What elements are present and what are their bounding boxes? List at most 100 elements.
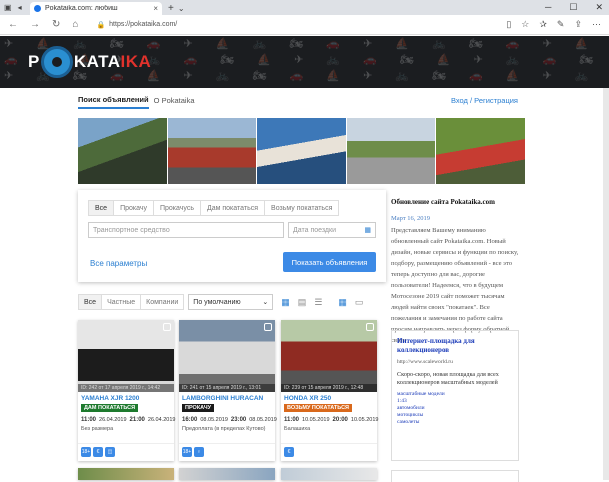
- photo-strip: [78, 118, 525, 184]
- maximize-icon[interactable]: ☐: [569, 2, 577, 13]
- bookmark-icon[interactable]: [163, 323, 171, 331]
- start-time: 11:00: [284, 417, 300, 423]
- site-subnav: Поиск объявлений О Pokataika Вход / Реги…: [78, 93, 518, 111]
- new-tab-icon[interactable]: +: [168, 3, 174, 14]
- tab-search-listings[interactable]: Поиск объявлений: [78, 95, 149, 109]
- home-icon[interactable]: ⌂: [72, 19, 78, 30]
- refresh-icon[interactable]: ↻: [52, 19, 60, 30]
- listing-title[interactable]: HONDA XR 250: [281, 392, 377, 402]
- ad-link[interactable]: автомобили: [397, 405, 513, 412]
- more-menu-icon[interactable]: ⋯: [592, 19, 601, 30]
- favorite-star-icon[interactable]: ☆: [521, 19, 529, 30]
- listing-photo[interactable]: ID: 241 от 15 апреля 2019 г., 13:01: [179, 320, 275, 392]
- lock-icon: 🔒: [96, 21, 106, 29]
- site-header-banner: ✈ ⛵ 🚲 🏍 🚗 ✈ ⛵ 🚲 🏍 🚗 ✈ ⛵ 🚲 🏍 🚗 ✈ ⛵ 🚲 🏍 🚗 …: [0, 36, 609, 88]
- search-tab-lend[interactable]: Дам покататься: [201, 201, 266, 215]
- browser-tab[interactable]: Pokataika.com: любиш ×: [30, 2, 162, 15]
- close-window-icon[interactable]: ✕: [595, 2, 603, 13]
- filter-all[interactable]: Все: [79, 295, 103, 309]
- logo-text-white: KATA: [73, 52, 121, 71]
- listing-card-next[interactable]: [179, 468, 275, 480]
- listing-times: 16:00 08.05.2019 23:00 08.05.2019: [179, 412, 277, 423]
- filter-companies[interactable]: Компании: [141, 295, 183, 309]
- listing-photo[interactable]: ID: 239 от 15 апреля 2019 г., 12:48: [281, 320, 377, 392]
- nav-buttons: ← → ↻ ⌂: [8, 19, 78, 30]
- listing-card[interactable]: ID: 239 от 15 апреля 2019 г., 12:48 HOND…: [281, 320, 378, 461]
- tab-back-icon[interactable]: ◂: [18, 3, 22, 12]
- grid-view-icon[interactable]: ▦: [281, 297, 290, 308]
- vehicle-input[interactable]: Транспортное средство: [88, 222, 284, 238]
- tab-about[interactable]: О Pokataika: [154, 96, 195, 108]
- forward-icon[interactable]: →: [30, 19, 40, 30]
- bookmark-icon[interactable]: [264, 323, 272, 331]
- listing-times: 11:00 10.05.2019 20:00 10.05.2019: [281, 412, 378, 423]
- listing-card[interactable]: ID: 242 от 17 апреля 2019 г., 14:42 YAMA…: [78, 320, 175, 461]
- end-time: 21:00: [129, 417, 145, 423]
- share-icon[interactable]: ⇪: [574, 19, 582, 30]
- female-icon: ♀: [194, 447, 204, 457]
- start-time: 16:00: [182, 417, 198, 423]
- search-tab-take-ride[interactable]: Прокачусь: [154, 201, 201, 215]
- owner-type-filter: Все Частные Компании: [78, 294, 185, 310]
- calendar-icon[interactable]: ▦: [364, 226, 371, 234]
- listing-note: Предоплата (в пределах Кутово): [182, 426, 266, 432]
- end-time: 23:00: [230, 417, 247, 423]
- search-tab-borrow[interactable]: Возьму покататься: [265, 201, 338, 215]
- display-toggle: ▦ ▭: [338, 297, 363, 308]
- map-view-icon[interactable]: ▭: [355, 297, 364, 308]
- listing-title[interactable]: YAMAHA XJR 1200: [78, 392, 174, 402]
- start-date: 10.05.2019: [302, 417, 330, 423]
- listing-photo[interactable]: ID: 242 от 17 апреля 2019 г., 14:42: [78, 320, 174, 392]
- ad-block[interactable]: Интернет-площадка для коллекционеров htt…: [391, 330, 519, 461]
- date-placeholder: Дата поездки: [293, 226, 336, 234]
- news-body: Представляем Вашему вниманию обновленный…: [391, 227, 519, 344]
- ad-link[interactable]: 1:43: [397, 398, 513, 405]
- login-register-link[interactable]: Вход / Регистрация: [451, 96, 518, 108]
- document-icon: ◫: [105, 447, 115, 457]
- tab-set-aside-icon[interactable]: ▣: [4, 3, 12, 12]
- sort-select[interactable]: По умолчанию ⌄: [188, 294, 274, 310]
- photo-cyclists: [346, 118, 436, 184]
- favorites-list-icon[interactable]: ✰: [539, 19, 547, 30]
- url-field[interactable]: 🔒 https://pokataika.com/: [92, 18, 506, 32]
- close-tab-icon[interactable]: ×: [153, 4, 158, 13]
- minimize-icon[interactable]: ─: [545, 2, 551, 13]
- tile-view-icon[interactable]: ▤: [298, 297, 307, 308]
- listing-card[interactable]: ID: 241 от 15 апреля 2019 г., 13:01 LAMB…: [179, 320, 277, 461]
- ad-link[interactable]: мотоциклы: [397, 412, 513, 419]
- filter-private[interactable]: Частные: [102, 295, 142, 309]
- chevron-down-icon[interactable]: ⌄: [178, 4, 185, 13]
- table-view-icon[interactable]: ▦: [338, 297, 347, 308]
- search-tab-give-ride[interactable]: Прокачу: [114, 201, 154, 215]
- divider: [78, 443, 174, 444]
- news-title[interactable]: Обновление сайта Pokataika.com: [391, 198, 521, 206]
- reading-view-icon[interactable]: ▯: [506, 19, 511, 30]
- listing-card-next[interactable]: [78, 468, 174, 480]
- listing-card-next[interactable]: [281, 468, 377, 480]
- trip-date-input[interactable]: Дата поездки ▦: [288, 222, 376, 238]
- age-18-icon: 18+: [81, 447, 91, 457]
- site-logo[interactable]: P KATA IKA: [28, 46, 151, 78]
- site-favicon-icon: [34, 5, 41, 12]
- listing-times: 11:00 26.04.2019 21:00 26.04.2019: [78, 412, 175, 423]
- list-view-icon[interactable]: ☰: [314, 297, 322, 308]
- divider: [179, 443, 275, 444]
- ad-title[interactable]: Интернет-площадка для коллекционеров: [397, 337, 513, 355]
- all-params-link[interactable]: Все параметры: [90, 259, 147, 268]
- ad-link[interactable]: масштабные модели: [397, 391, 513, 398]
- bookmark-icon[interactable]: [366, 323, 374, 331]
- pen-icon[interactable]: ✎: [557, 19, 565, 30]
- start-date: 26.04.2019: [99, 417, 127, 423]
- back-icon[interactable]: ←: [8, 19, 18, 30]
- page-scrollbar[interactable]: [603, 88, 609, 480]
- listing-title[interactable]: LAMBORGHINI HURACAN: [179, 392, 275, 402]
- show-listings-button[interactable]: Показать объявления: [283, 252, 376, 272]
- ad-link[interactable]: самолеты: [397, 419, 513, 426]
- ad-url[interactable]: http://www.scaleworld.ru: [397, 359, 513, 365]
- listing-note: Без размера: [81, 426, 114, 432]
- search-tab-all[interactable]: Все: [89, 201, 115, 215]
- url-text: https://pokataika.com/: [109, 21, 178, 28]
- start-time: 11:00: [81, 417, 97, 423]
- listing-icons: 18+ ♀: [182, 447, 204, 457]
- search-panel: Все Прокачу Прокачусь Дам покататься Воз…: [78, 190, 386, 282]
